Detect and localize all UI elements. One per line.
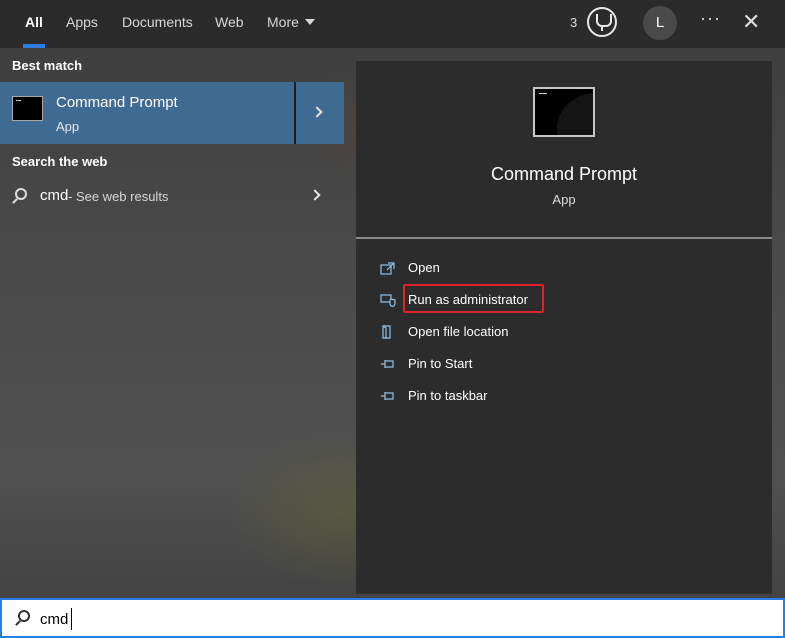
text-cursor (71, 608, 72, 630)
shield-icon (380, 294, 396, 307)
expand-details-button[interactable] (296, 82, 344, 144)
file-location-icon (382, 325, 391, 339)
chevron-right-icon (311, 106, 323, 118)
chevron-right-icon (309, 189, 321, 201)
web-search-suffix: - See web results (68, 189, 169, 204)
more-options-icon[interactable]: ··· (700, 8, 721, 29)
search-input[interactable] (40, 606, 760, 632)
start-search-window: All Apps Documents Web More 3 L ··· ✕ Be… (0, 0, 785, 638)
best-match-item[interactable]: Command Prompt App (0, 82, 294, 144)
web-search-result[interactable]: cmd - See web results (0, 180, 344, 212)
search-icon (15, 188, 27, 200)
best-match-name: Command Prompt (56, 94, 178, 111)
reward-points: 3 (570, 15, 578, 30)
command-prompt-icon (12, 96, 43, 121)
action-pin-to-start-label: Pin to Start (408, 356, 473, 371)
action-open-file-location-label: Open file location (408, 324, 509, 339)
details-app-name: Command Prompt (490, 164, 638, 184)
tab-more-label: More (267, 14, 299, 30)
search-box (0, 598, 785, 638)
top-bar: All Apps Documents Web More 3 L ··· ✕ (0, 0, 785, 48)
action-open[interactable]: Open (356, 253, 772, 283)
chevron-down-icon (304, 19, 315, 25)
best-match-result: Command Prompt App (0, 82, 344, 144)
action-open-label: Open (408, 260, 440, 275)
action-pin-to-taskbar[interactable]: Pin to taskbar (356, 381, 772, 411)
close-icon[interactable]: ✕ (742, 9, 760, 35)
action-pin-to-taskbar-label: Pin to taskbar (408, 388, 488, 403)
pin-icon (381, 360, 394, 368)
pin-icon (381, 392, 394, 400)
action-open-file-location[interactable]: Open file location (356, 317, 772, 347)
details-divider (356, 237, 772, 239)
details-pane: Command Prompt App Open Run as administr… (356, 61, 772, 594)
trophy-icon[interactable] (587, 7, 617, 37)
command-prompt-icon (533, 87, 595, 137)
details-app-type: App (552, 192, 576, 207)
search-web-heading: Search the web (12, 154, 108, 169)
web-search-query: cmd (40, 187, 69, 204)
action-pin-to-start[interactable]: Pin to Start (356, 349, 772, 379)
best-match-type: App (56, 119, 80, 134)
avatar[interactable]: L (643, 6, 677, 40)
tab-more[interactable]: More (267, 0, 315, 48)
tab-all[interactable]: All (23, 0, 45, 48)
tab-apps[interactable]: Apps (66, 0, 98, 48)
search-icon (18, 610, 30, 622)
open-icon (380, 262, 395, 275)
best-match-heading: Best match (12, 58, 83, 73)
tab-documents[interactable]: Documents (122, 0, 193, 48)
annotation-highlight-box (403, 284, 544, 313)
tab-web[interactable]: Web (215, 0, 244, 48)
